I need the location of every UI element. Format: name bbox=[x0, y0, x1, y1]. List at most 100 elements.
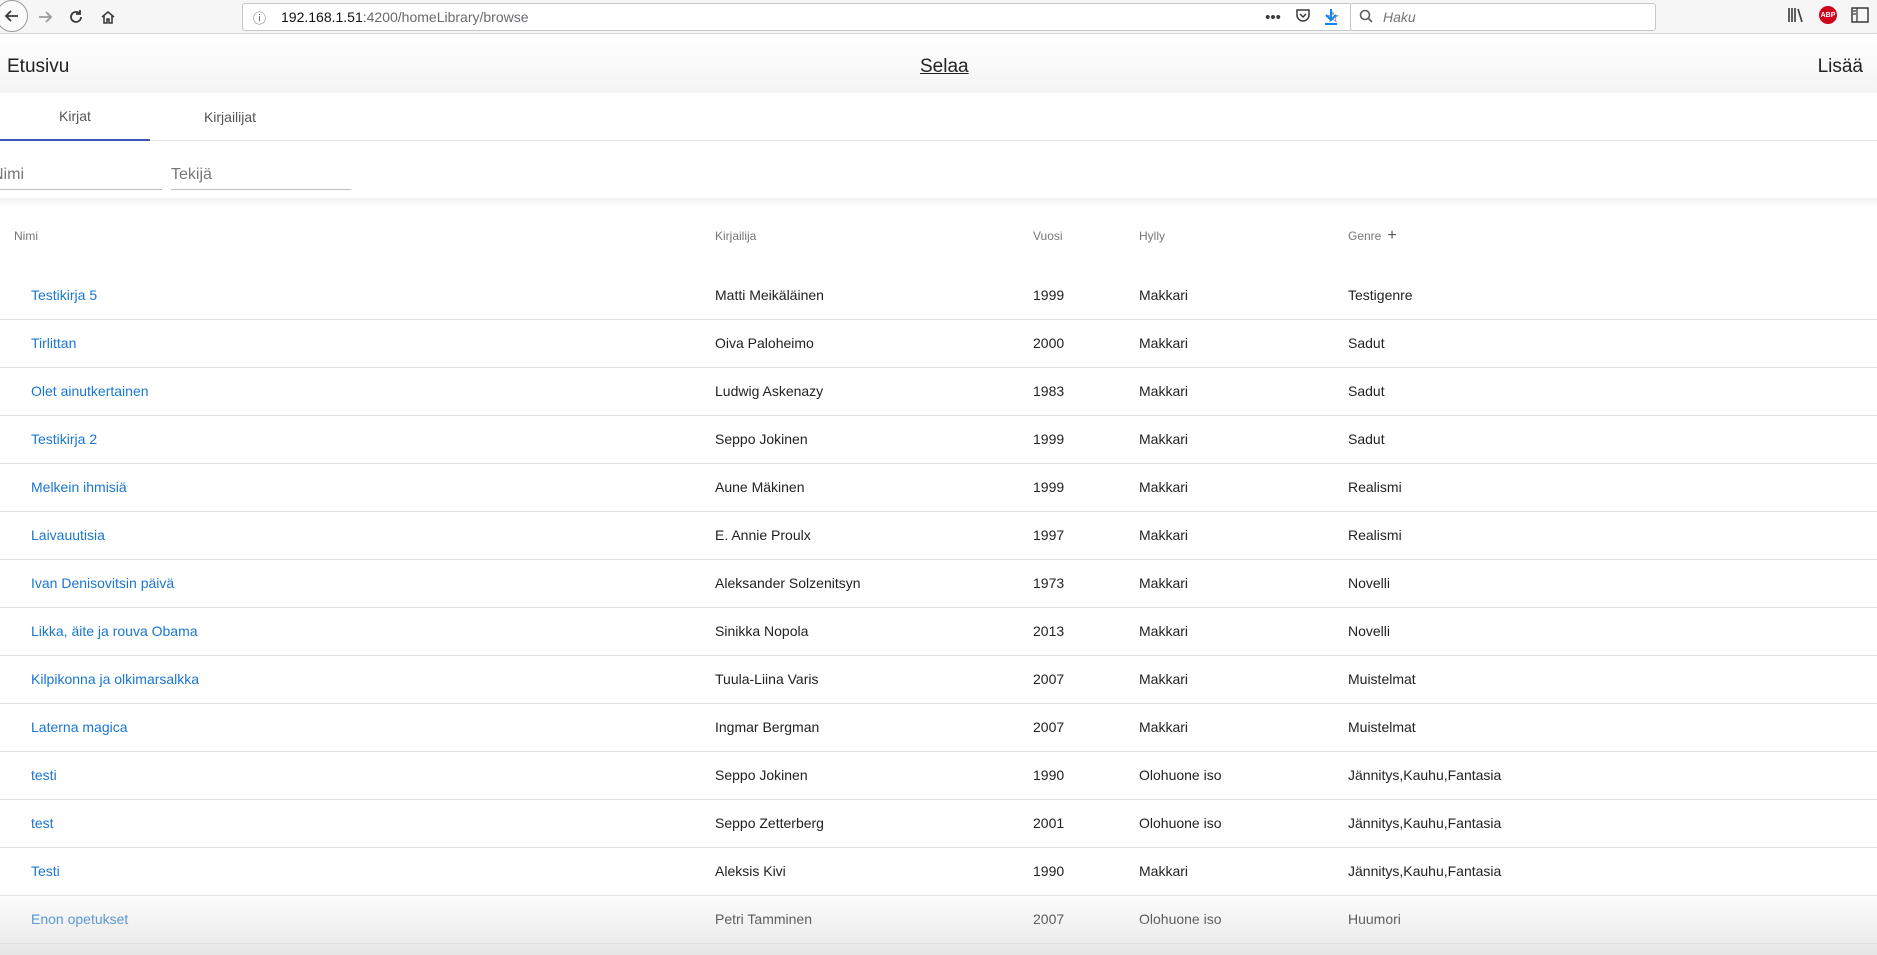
table-row: Tirlittan Oiva Paloheimo 2000 Makkari Sadut bbox=[0, 320, 1877, 368]
shelf-cell: Makkari bbox=[1139, 623, 1189, 639]
book-title-link[interactable]: test bbox=[31, 815, 54, 831]
year-cell: 1983 bbox=[1033, 383, 1065, 399]
url-bar[interactable]: ⓘ 192.168.1.51:4200/homeLibrary/browse •… bbox=[242, 3, 1352, 31]
book-title-link[interactable]: Enon opetukset bbox=[31, 911, 128, 927]
author-cell: Seppo Jokinen bbox=[715, 767, 808, 783]
table-row: Olet ainutkertainen Ludwig Askenazy 1983 Ma… bbox=[0, 368, 1877, 416]
library-icon[interactable] bbox=[1785, 4, 1807, 26]
author-cell: Aleksis Kivi bbox=[715, 863, 786, 879]
year-cell: 2007 bbox=[1033, 671, 1065, 687]
column-header-year[interactable]: Vuosi bbox=[1033, 229, 1063, 243]
tab-books[interactable]: Kirjat bbox=[0, 93, 150, 141]
author-cell: Sinikka Nopola bbox=[715, 623, 809, 639]
book-title-link[interactable]: Olet ainutkertainen bbox=[31, 383, 149, 399]
shelf-cell: Makkari bbox=[1139, 671, 1189, 687]
book-title-link[interactable]: Laterna magica bbox=[31, 719, 128, 735]
download-icon[interactable] bbox=[1318, 4, 1344, 30]
shelf-cell: Makkari bbox=[1139, 527, 1189, 543]
book-title-link[interactable]: Melkein ihmisiä bbox=[31, 479, 127, 495]
genre-cell: Novelli bbox=[1348, 623, 1391, 639]
genre-cell: Jännitys,Kauhu,Fantasia bbox=[1348, 815, 1502, 831]
nav-home-link[interactable]: Etusivu bbox=[7, 56, 69, 78]
tab-authors[interactable]: Kirjailijat bbox=[155, 93, 305, 141]
search-icon bbox=[1359, 9, 1377, 26]
author-cell: E. Annie Proulx bbox=[715, 527, 811, 543]
genre-cell: Realismi bbox=[1348, 479, 1402, 495]
sidebar-icon[interactable] bbox=[1849, 4, 1871, 26]
shelf-cell: Makkari bbox=[1139, 863, 1189, 879]
column-header-genre-label[interactable]: Genre bbox=[1348, 229, 1381, 243]
column-header-name[interactable]: Nimi bbox=[14, 229, 38, 243]
divider bbox=[0, 198, 1877, 208]
book-title-link[interactable]: Testi bbox=[31, 863, 60, 879]
shelf-cell: Makkari bbox=[1139, 719, 1189, 735]
author-cell: Aleksander Solzenitsyn bbox=[715, 575, 861, 591]
reload-icon[interactable] bbox=[61, 2, 91, 32]
info-icon[interactable]: ⓘ bbox=[253, 8, 273, 27]
nav-add-link[interactable]: Lisää bbox=[1818, 56, 1863, 78]
browser-toolbar: ⓘ 192.168.1.51:4200/homeLibrary/browse •… bbox=[0, 0, 1877, 34]
add-genre-icon[interactable]: + bbox=[1387, 228, 1396, 244]
genre-cell: Novelli bbox=[1348, 575, 1391, 591]
book-title-link[interactable]: Laivauutisia bbox=[31, 527, 105, 543]
genre-cell: Muistelmat bbox=[1348, 671, 1416, 687]
table-header: Nimi Kirjailija Vuosi Hylly Genre + bbox=[0, 208, 1877, 272]
author-cell: Seppo Zetterberg bbox=[715, 815, 824, 831]
genre-cell: Huumori bbox=[1348, 911, 1401, 927]
year-cell: 1999 bbox=[1033, 479, 1065, 495]
table-row: Enon opetukset Petri Tamminen 2007 Olohuone… bbox=[0, 896, 1877, 944]
browser-search-input[interactable] bbox=[1383, 9, 1643, 25]
year-cell: 2001 bbox=[1033, 815, 1065, 831]
book-title-link[interactable]: Testikirja 2 bbox=[31, 431, 97, 447]
shelf-cell: Makkari bbox=[1139, 479, 1189, 495]
shelf-cell: Makkari bbox=[1139, 383, 1189, 399]
book-title-link[interactable]: Ivan Denisovitsin päivä bbox=[31, 575, 174, 591]
year-cell: 2000 bbox=[1033, 335, 1065, 351]
genre-cell: Sadut bbox=[1348, 431, 1385, 447]
author-cell: Aune Mäkinen bbox=[715, 479, 805, 495]
genre-cell: Jännitys,Kauhu,Fantasia bbox=[1348, 767, 1502, 783]
year-cell: 1973 bbox=[1033, 575, 1065, 591]
column-header-shelf[interactable]: Hylly bbox=[1139, 229, 1165, 243]
shelf-cell: Olohuone iso bbox=[1139, 911, 1222, 927]
name-filter-input[interactable] bbox=[0, 160, 162, 190]
shelf-cell: Makkari bbox=[1139, 335, 1189, 351]
book-title-link[interactable]: Kilpikonna ja olkimarsalkka bbox=[31, 671, 199, 687]
app-header: Etusivu Selaa Lisää bbox=[0, 35, 1877, 93]
back-icon[interactable] bbox=[0, 0, 28, 32]
page-actions-icon[interactable]: ••• bbox=[1263, 9, 1283, 26]
genre-cell: Testigenre bbox=[1348, 287, 1413, 303]
shelf-cell: Makkari bbox=[1139, 431, 1189, 447]
book-title-link[interactable]: testi bbox=[31, 767, 57, 783]
pocket-icon[interactable] bbox=[1293, 7, 1313, 27]
book-title-link[interactable]: Tirlittan bbox=[31, 335, 76, 351]
genre-cell: Sadut bbox=[1348, 335, 1385, 351]
book-title-link[interactable]: Likka, äite ja rouva Obama bbox=[31, 623, 198, 639]
genre-cell: Realismi bbox=[1348, 527, 1402, 543]
home-icon[interactable] bbox=[93, 2, 123, 32]
table-row: Testikirja 2 Seppo Jokinen 1999 Makkari Sadu… bbox=[0, 416, 1877, 464]
book-title-link[interactable]: Testikirja 5 bbox=[31, 287, 97, 303]
shelf-cell: Makkari bbox=[1139, 287, 1189, 303]
genre-cell: Muistelmat bbox=[1348, 719, 1416, 735]
author-cell: Ludwig Askenazy bbox=[715, 383, 824, 399]
year-cell: 1999 bbox=[1033, 287, 1065, 303]
url-path: :4200/homeLibrary/browse bbox=[362, 9, 529, 25]
column-header-author[interactable]: Kirjailija bbox=[715, 229, 756, 243]
year-cell: 2007 bbox=[1033, 911, 1065, 927]
genre-cell: Sadut bbox=[1348, 383, 1385, 399]
nav-browse-link[interactable]: Selaa bbox=[920, 56, 969, 78]
url-host: 192.168.1.51 bbox=[281, 9, 363, 25]
forward-icon[interactable] bbox=[30, 2, 60, 32]
shelf-cell: Olohuone iso bbox=[1139, 767, 1222, 783]
table-row: Testikirja 5 Matti Meikäläinen 1999 Makkari… bbox=[0, 272, 1877, 320]
browser-search-field[interactable] bbox=[1350, 3, 1656, 31]
table-row: testi Seppo Jokinen 1990 Olohuone iso Jännit… bbox=[0, 752, 1877, 800]
table-body: Testikirja 5 Matti Meikäläinen 1999 Makkari… bbox=[0, 272, 1877, 944]
author-cell: Petri Tamminen bbox=[715, 911, 813, 927]
column-header-genre: Genre + bbox=[1348, 228, 1397, 244]
year-cell: 2013 bbox=[1033, 623, 1065, 639]
adblock-icon[interactable]: ABP bbox=[1819, 6, 1837, 24]
author-filter-input[interactable] bbox=[171, 160, 351, 190]
year-cell: 1990 bbox=[1033, 767, 1065, 783]
